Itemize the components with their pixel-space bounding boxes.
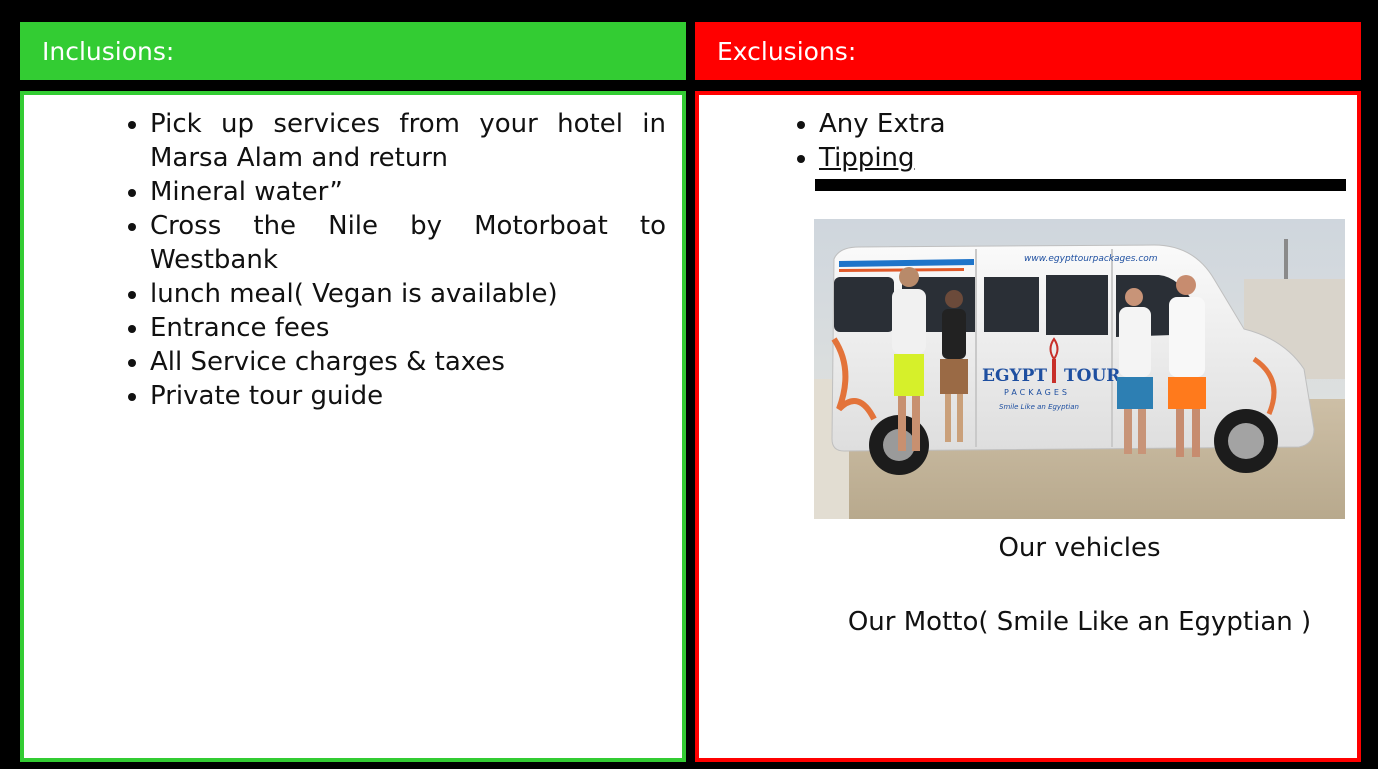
vehicle-photo: www.egypttourpackages.com EGYPT TOUR PAC… <box>814 219 1345 519</box>
inclusions-list: Pick up services from your hotel in Mars… <box>126 107 666 413</box>
inclusions-panel: Pick up services from your hotel in Mars… <box>20 91 686 762</box>
inclusions-title: Inclusions: <box>42 37 175 66</box>
exclusions-panel: Any Extra Tipping www.egypttourpackages.… <box>695 91 1361 762</box>
vehicle-photo-illustration: www.egypttourpackages.com EGYPT TOUR PAC… <box>814 219 1345 519</box>
list-item: All Service charges & taxes <box>126 345 666 379</box>
exclusions-header: Exclusions: <box>695 22 1361 80</box>
image-caption: Our vehicles <box>998 533 1161 563</box>
list-item: Private tour guide <box>126 379 666 413</box>
divider-bar <box>815 179 1346 191</box>
list-item[interactable]: Tipping <box>795 141 1335 175</box>
van-website-text: www.egypttourpackages.com <box>1024 254 1158 264</box>
exclusions-list: Any Extra Tipping <box>795 107 1335 175</box>
exclusions-title: Exclusions: <box>717 37 857 66</box>
motto-text: Our Motto( Smile Like an Egyptian ) <box>847 607 1312 637</box>
list-item: Entrance fees <box>126 311 666 345</box>
list-item: lunch meal( Vegan is available) <box>126 277 666 311</box>
van-logo-left: EGYPT <box>982 366 1047 386</box>
list-item: Any Extra <box>795 107 1335 141</box>
van-logo-sub: PACKAGES <box>1004 388 1070 397</box>
van-logo-right: TOUR <box>1064 366 1121 386</box>
list-item: Pick up services from your hotel in Mars… <box>126 107 666 175</box>
list-item: Mineral water” <box>126 175 666 209</box>
van-logo-slogan: Smile Like an Egyptian <box>999 403 1079 411</box>
list-item: Cross the Nile by Motorboat to Westbank <box>126 209 666 277</box>
inclusions-header: Inclusions: <box>20 22 686 80</box>
tipping-link[interactable]: Tipping <box>819 143 915 173</box>
